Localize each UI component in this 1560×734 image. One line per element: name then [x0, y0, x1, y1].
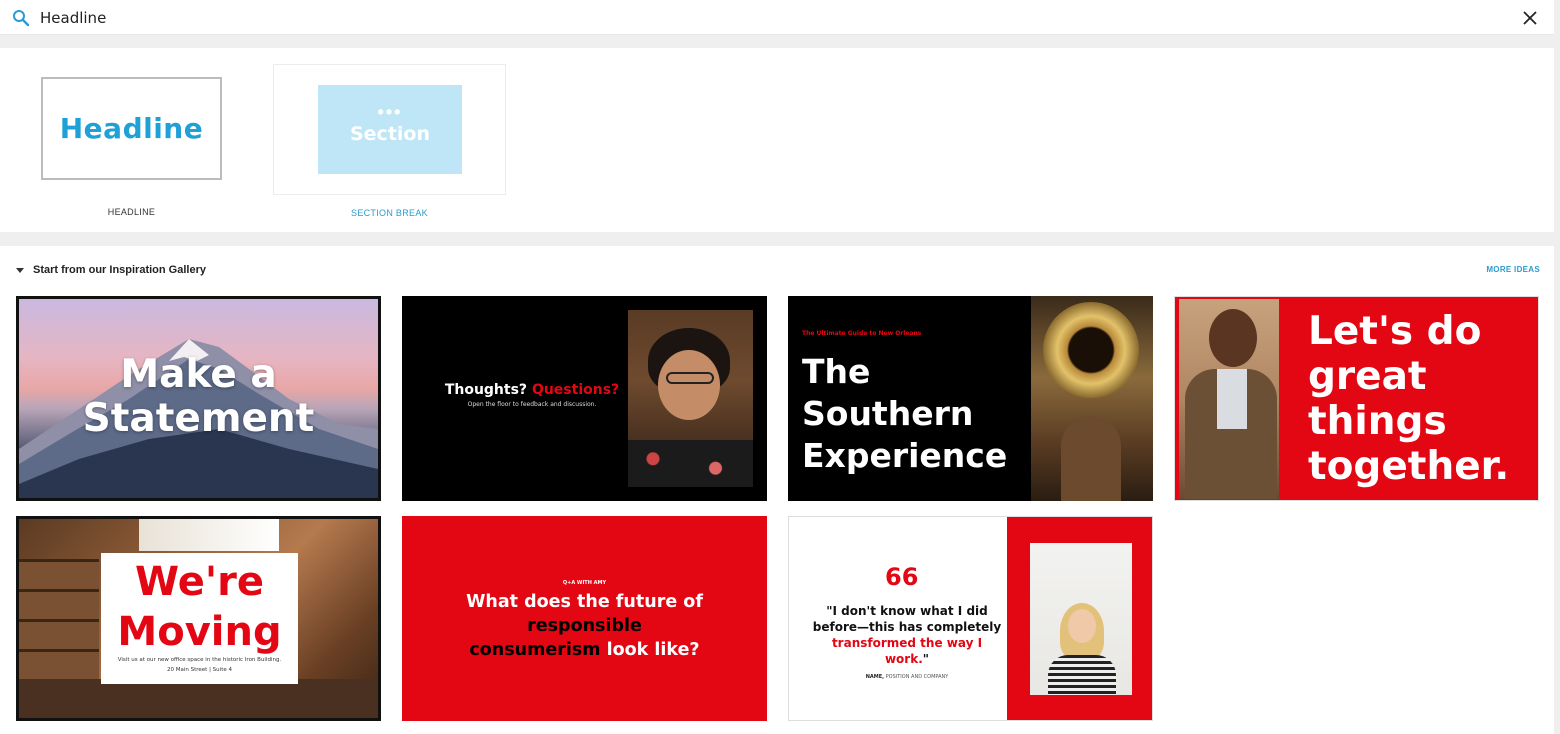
man-photo: [1179, 299, 1279, 499]
card-text: Thoughts? Questions? Open the floor to f…: [432, 382, 632, 408]
gallery-card-southern-experience[interactable]: The Ultimate Guide to New Orleans The So…: [788, 296, 1153, 501]
card-title-main: look like?: [600, 640, 700, 660]
card-attribution: NAME, POSITION AND COMPANY: [809, 674, 1005, 680]
quote-accent: transformed the way I work.: [831, 636, 983, 666]
card-title-main: Thoughts?: [444, 382, 532, 398]
photo-striped-top: [1048, 655, 1116, 695]
gallery-card-make-a-statement[interactable]: Make a Statement: [16, 296, 381, 501]
more-ideas-link[interactable]: MORE IDEAS: [1480, 265, 1540, 274]
gallery-card-thoughts-questions[interactable]: Thoughts? Questions? Open the floor to f…: [402, 296, 767, 501]
card-title-line: Southern: [802, 394, 974, 433]
block-headline-preview-text: Headline: [59, 112, 204, 145]
card-text-box: We're Moving Visit us at our new office …: [101, 553, 298, 684]
quote-text: "I don't know what I did before—this has…: [812, 604, 1002, 634]
card-subtitle: Open the floor to feedback and discussio…: [467, 401, 597, 408]
gallery-card-testimonial-quote[interactable]: 66 "I don't know what I did before—this …: [788, 516, 1153, 721]
card-title: Let's do great things together.: [1308, 309, 1509, 489]
card-title-line: Statement: [82, 396, 315, 441]
card-title-accent: Questions?: [531, 382, 620, 398]
photo-horn: [1043, 302, 1139, 398]
quote-icon: 66: [885, 563, 919, 591]
card-title-line: Moving: [117, 609, 282, 655]
gallery-card-were-moving[interactable]: We're Moving Visit us at our new office …: [16, 516, 381, 721]
photo-player: [1061, 416, 1121, 501]
portrait-photo: [628, 310, 753, 487]
photo-face: [658, 350, 720, 420]
block-headline-caption[interactable]: HEADLINE: [41, 207, 222, 217]
gallery-toggle[interactable]: Start from our Inspiration Gallery: [16, 264, 206, 276]
photo-floor: [19, 679, 378, 718]
card-title-line: The: [802, 352, 871, 391]
card-kicker: The Ultimate Guide to New Orleans: [802, 330, 922, 337]
caret-down-icon: [16, 267, 24, 273]
card-quote: "I don't know what I did before—this has…: [809, 603, 1005, 667]
block-section-break-preview[interactable]: ••• Section: [273, 64, 506, 195]
card-title: The Southern Experience: [802, 351, 1042, 477]
woman-photo: [1030, 543, 1132, 695]
block-headline-preview[interactable]: Headline: [41, 77, 222, 180]
card-title-accent: consumerism: [469, 640, 601, 660]
gallery-title: Start from our Inspiration Gallery: [33, 264, 206, 276]
section-preview-fill: ••• Section: [318, 85, 462, 174]
tuba-photo: [1031, 296, 1153, 501]
attribution-position: POSITION AND COMPANY: [884, 674, 949, 680]
card-title-line: Let's do: [1308, 309, 1482, 354]
card-title-line: things: [1308, 399, 1447, 444]
card-address: 20 Main Street | Suite 4: [167, 667, 232, 673]
quote-end: ": [922, 652, 930, 666]
photo-dress: [628, 440, 753, 487]
photo-glasses: [666, 372, 714, 384]
photo-face: [1068, 609, 1096, 643]
card-title-line: What does the future of: [466, 592, 703, 612]
close-icon[interactable]: [1519, 7, 1541, 29]
photo-shirt: [1217, 369, 1247, 429]
card-title: We're Moving: [101, 557, 298, 657]
card-title-line: Experience: [802, 436, 1008, 475]
gallery-card-lets-do-great-things[interactable]: Let's do great things together.: [1174, 296, 1539, 501]
search-input[interactable]: [40, 6, 1500, 30]
photo-head: [1209, 309, 1257, 367]
block-results-panel: Headline HEADLINE ••• Section SECTION BR…: [0, 48, 1554, 232]
card-kicker: Q+A WITH AMY: [562, 580, 607, 586]
card-title-line: great: [1308, 354, 1427, 399]
attribution-name: NAME,: [865, 674, 885, 680]
card-title-line: consumerism look like?: [402, 638, 767, 662]
search-icon: [13, 10, 30, 27]
block-section-break-caption[interactable]: SECTION BREAK: [273, 208, 506, 218]
gallery-card-qa-future-consumerism[interactable]: Q+A WITH AMY What does the future of res…: [402, 516, 767, 721]
card-title-line: We're: [135, 559, 264, 605]
card-title: Thoughts? Questions?: [432, 382, 632, 398]
card-title-line: responsible: [527, 616, 642, 636]
dots-icon: •••: [377, 102, 403, 122]
photo-window: [139, 519, 279, 551]
card-title: Make a Statement: [19, 353, 378, 441]
card-title-line: together.: [1308, 444, 1510, 489]
card-title: What does the future of responsible cons…: [402, 590, 767, 662]
block-section-preview-text: Section: [349, 123, 430, 145]
card-subtitle: Visit us at our new office space in the …: [117, 657, 282, 663]
card-title-line: Make a: [120, 352, 277, 397]
search-bar: [0, 0, 1554, 35]
inspiration-gallery: Start from our Inspiration Gallery MORE …: [0, 246, 1554, 734]
